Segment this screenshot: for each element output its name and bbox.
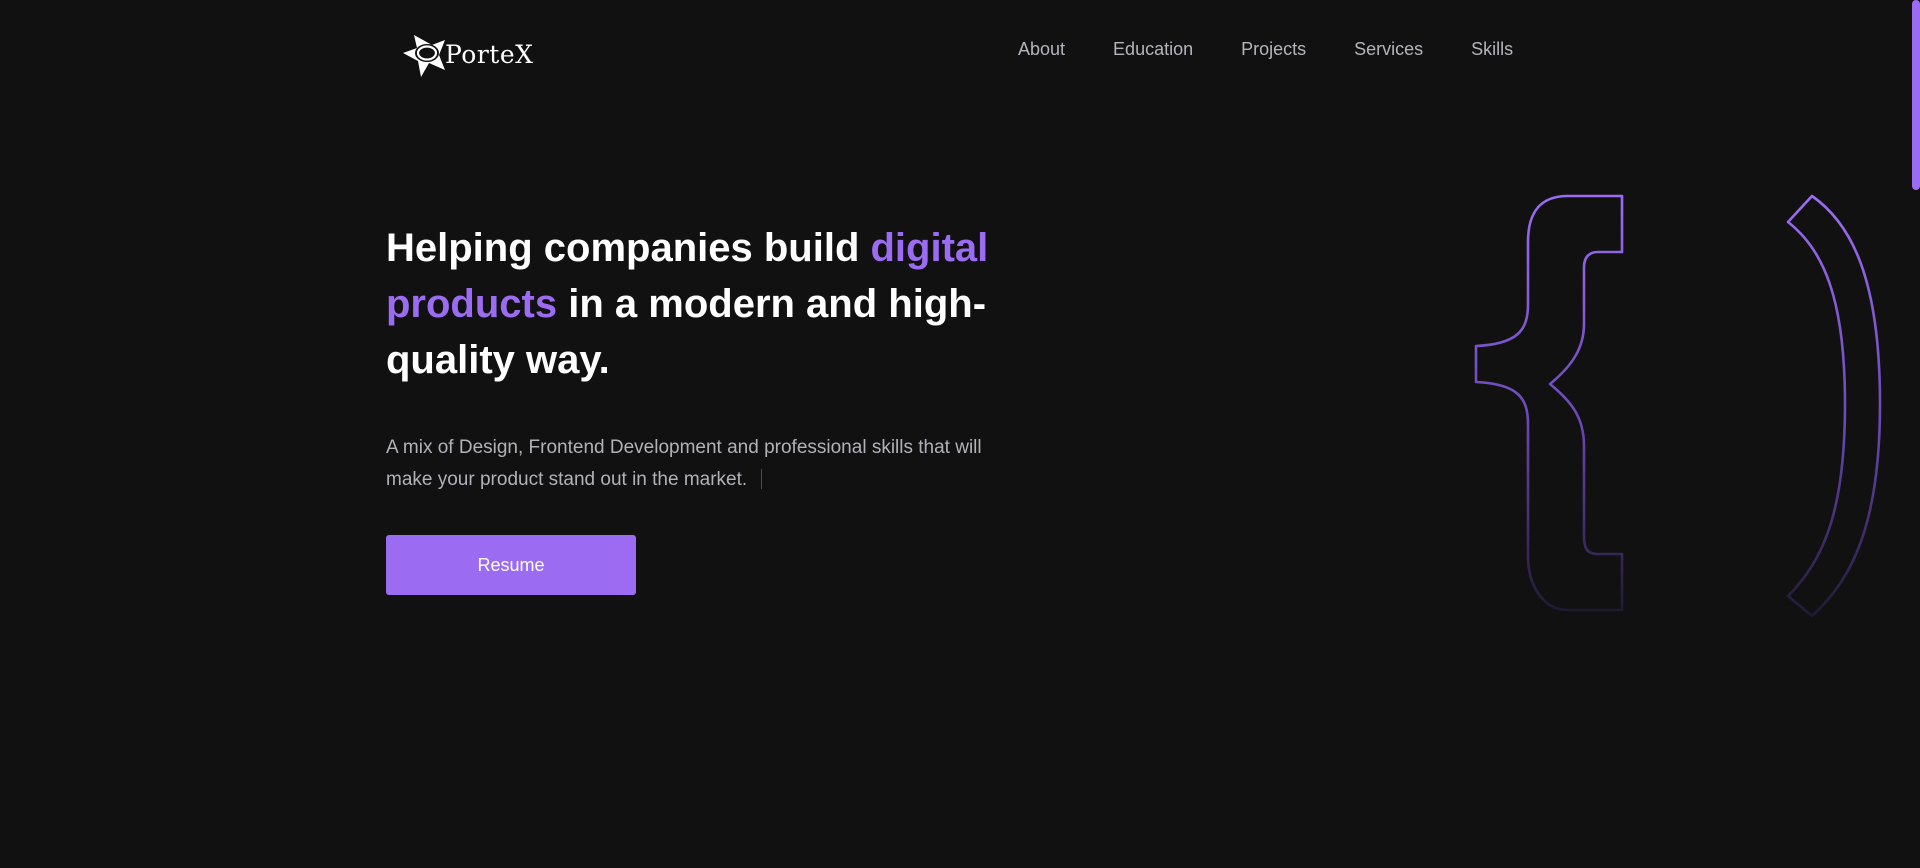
hero-title: Helping companies build digital products… [386,220,1006,388]
hero-subtitle: A mix of Design, Frontend Development an… [386,432,986,496]
scrollbar-thumb[interactable] [1912,0,1920,190]
brand-name: PorteX [445,39,534,69]
nav-item-skills[interactable]: Skills [1471,38,1513,60]
resume-button[interactable]: Resume [386,535,636,595]
hero-subtitle-text: A mix of Design, Frontend Development an… [386,437,982,490]
nav-item-services[interactable]: Services [1354,38,1423,60]
typing-caret [761,469,763,489]
star-planet-icon [401,31,447,77]
nav-item-about[interactable]: About [1018,38,1065,60]
nav-item-education[interactable]: Education [1113,38,1193,60]
main-nav: About Education Projects Services Skills [1018,38,1513,60]
logo-link[interactable]: PorteX [401,31,533,77]
code-braces-icon [1460,180,1920,645]
page: PorteX About Education Projects Services… [0,0,1920,868]
nav-item-projects[interactable]: Projects [1241,38,1306,60]
hero-title-part1: Helping companies build [386,226,871,270]
